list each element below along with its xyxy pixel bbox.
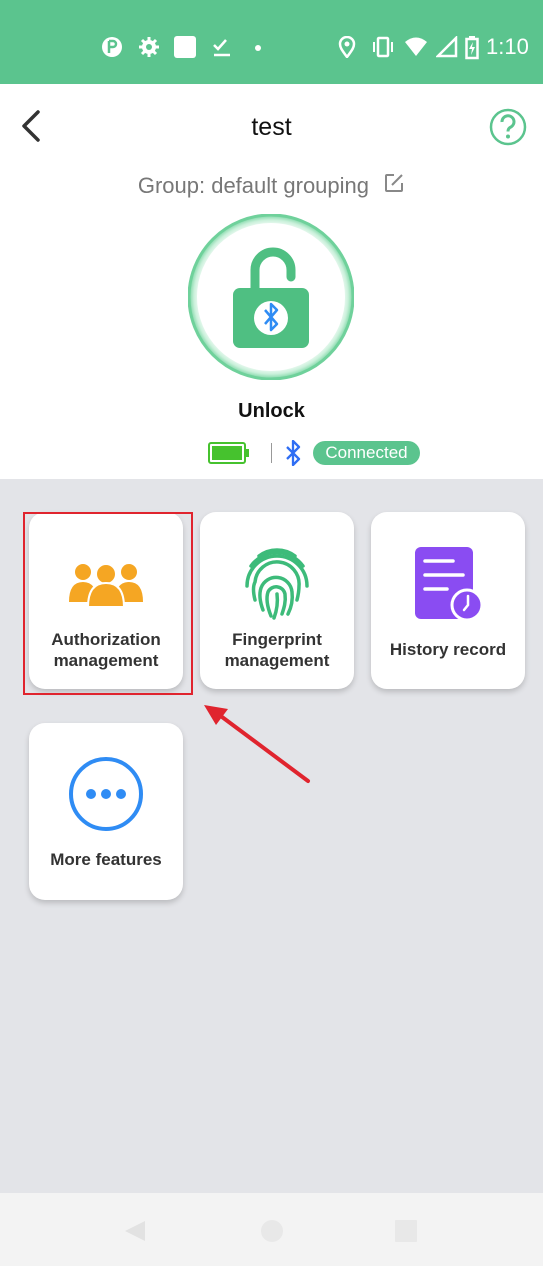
fingerprint-icon — [200, 542, 354, 622]
app-icon — [102, 37, 122, 57]
unlock-button[interactable] — [188, 214, 354, 380]
unlock-label: Unlock — [238, 400, 305, 422]
more-features-label: More features — [50, 850, 162, 869]
dot-icon — [255, 45, 261, 51]
history-record-card[interactable]: History record — [371, 512, 525, 689]
battery-level-icon — [208, 442, 249, 464]
arrow-annotation — [204, 705, 310, 783]
device-header: test Group: default grouping Unlock Conn… — [0, 84, 543, 479]
battery-charging-icon — [465, 36, 479, 60]
checklist-icon — [213, 39, 230, 57]
help-button[interactable] — [489, 108, 527, 146]
group-row[interactable]: Group: default grouping — [0, 172, 543, 199]
back-nav-button[interactable] — [123, 1219, 147, 1243]
feature-grid: Authorization management Fingerprint man… — [0, 479, 543, 1193]
fingerprint-management-card[interactable]: Fingerprint management — [200, 512, 354, 689]
more-icon — [29, 755, 183, 833]
bluetooth-icon — [286, 440, 301, 466]
highlight-box — [23, 512, 193, 695]
more-features-card[interactable]: More features — [29, 723, 183, 900]
recents-nav-button[interactable] — [394, 1219, 418, 1243]
connection-status-badge: Connected — [313, 441, 420, 465]
settings-icon — [139, 37, 159, 57]
vibrate-icon — [373, 36, 393, 58]
location-icon — [338, 36, 356, 58]
status-bar: 1:10 — [0, 0, 543, 84]
group-label: Group: default grouping — [137, 173, 370, 198]
fingerprint-management-label: Fingerprint management — [224, 630, 330, 670]
home-nav-button[interactable] — [260, 1219, 284, 1243]
history-icon — [371, 546, 525, 622]
status-time: 1:10 — [486, 34, 529, 59]
history-record-label: History record — [389, 640, 507, 659]
page-title: test — [251, 113, 292, 141]
navigation-bar — [0, 1193, 543, 1266]
status-divider — [271, 443, 272, 463]
square-icon — [174, 36, 196, 58]
wifi-icon — [405, 37, 427, 56]
edit-icon[interactable] — [383, 172, 405, 194]
signal-icon — [436, 36, 458, 58]
